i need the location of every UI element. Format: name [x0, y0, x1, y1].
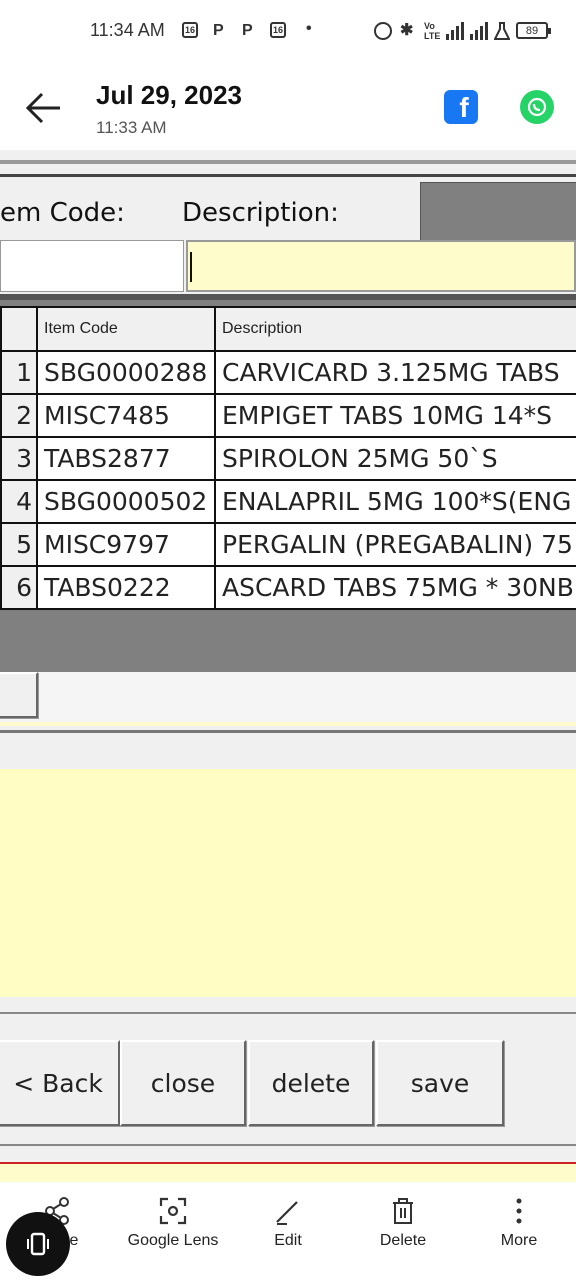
google-lens-button[interactable]: Google Lens	[118, 1196, 228, 1250]
item-code-cell[interactable]: MISC7485	[36, 393, 216, 438]
item-code-cell[interactable]: SBG0000502	[36, 479, 216, 524]
delete-photo-button[interactable]: Delete	[348, 1196, 458, 1250]
edit-button[interactable]: Edit	[233, 1196, 343, 1250]
description-input[interactable]	[186, 240, 576, 292]
alarm-icon	[374, 22, 392, 40]
parking-icon-2: P	[242, 22, 253, 39]
signal-icon	[446, 22, 464, 40]
divider	[0, 1012, 576, 1014]
divider	[0, 160, 576, 164]
google-lens-icon	[159, 1197, 187, 1225]
more-vert-icon	[516, 1198, 522, 1224]
item-code-cell[interactable]: TABS0222	[36, 565, 216, 610]
status-time: 11:34 AM	[90, 20, 165, 40]
item-code-cell[interactable]: MISC9797	[36, 522, 216, 567]
row-number[interactable]: 6	[0, 565, 38, 610]
bottom-action-bar: Share Google Lens Edit Delete More	[0, 1182, 576, 1280]
notification-icon-2: 16	[270, 22, 286, 38]
item-code-input[interactable]	[0, 240, 184, 292]
description-cell[interactable]: EMPIGET TABS 10MG 14*S	[214, 393, 576, 438]
facebook-icon[interactable]: f	[444, 90, 478, 124]
dot-icon: •	[306, 20, 312, 37]
trash-icon	[393, 1198, 413, 1224]
volte-icon: Vo LTE	[424, 21, 441, 41]
column-header-description[interactable]: Description	[214, 306, 576, 352]
dark-panel	[420, 182, 576, 242]
rotate-icon	[27, 1232, 49, 1256]
column-header-item-code[interactable]: Item Code	[36, 306, 216, 352]
app-header: Jul 29, 2023 11:33 AM f	[0, 64, 576, 150]
close-button[interactable]: close	[120, 1040, 246, 1126]
divider	[0, 1144, 576, 1146]
pencil-icon	[276, 1201, 298, 1225]
row-number[interactable]: 1	[0, 350, 38, 395]
row-number[interactable]: 3	[0, 436, 38, 481]
whatsapp-icon[interactable]	[520, 90, 554, 124]
notification-icon: 16	[182, 22, 198, 38]
description-cell[interactable]: ENALAPRIL 5MG 100*S(ENG	[214, 479, 576, 524]
row-number[interactable]: 5	[0, 522, 38, 567]
item-code-label: em Code:	[0, 198, 125, 228]
page-title: Jul 29, 2023	[96, 80, 242, 110]
flask-icon	[494, 22, 510, 40]
divider	[0, 174, 576, 177]
rotate-screen-button[interactable]	[6, 1212, 70, 1276]
notes-area[interactable]	[0, 769, 576, 997]
row-number[interactable]: 2	[0, 393, 38, 438]
description-cell[interactable]: SPIROLON 25MG 50`S	[214, 436, 576, 481]
small-button[interactable]	[0, 672, 38, 718]
page-subtitle: 11:33 AM	[96, 118, 167, 137]
divider	[0, 722, 576, 726]
save-button[interactable]: save	[376, 1040, 504, 1126]
item-code-cell[interactable]: TABS2877	[36, 436, 216, 481]
back-button[interactable]: < Back	[0, 1040, 120, 1126]
parking-icon: P	[213, 22, 224, 39]
grid-footer	[0, 672, 576, 722]
bluetooth-icon: ✱	[400, 22, 414, 39]
signal-icon-2	[470, 22, 488, 40]
status-strip	[0, 1162, 576, 1182]
delete-button[interactable]: delete	[248, 1040, 374, 1126]
status-bar: 11:34 AM 16 P P 16 • ✱ Vo LTE 89	[0, 0, 576, 64]
more-button[interactable]: More	[464, 1196, 574, 1250]
results-grid: Item Code Description 1 SBG0000288 CARVICA…	[0, 300, 576, 672]
photo-content: em Code: Description: Item Code Descript…	[0, 150, 576, 1182]
back-arrow-icon[interactable]	[24, 90, 64, 126]
description-cell[interactable]: CARVICARD 3.125MG TABS	[214, 350, 576, 395]
battery-icon: 89	[516, 22, 551, 39]
spacer	[0, 733, 576, 769]
text-cursor	[190, 252, 192, 282]
description-cell[interactable]: PERGALIN (PREGABALIN) 75	[214, 522, 576, 567]
grid-corner	[0, 306, 38, 352]
row-number[interactable]: 4	[0, 479, 38, 524]
description-cell[interactable]: ASCARD TABS 75MG * 30NB	[214, 565, 576, 610]
item-code-cell[interactable]: SBG0000288	[36, 350, 216, 395]
description-label: Description:	[182, 198, 339, 228]
